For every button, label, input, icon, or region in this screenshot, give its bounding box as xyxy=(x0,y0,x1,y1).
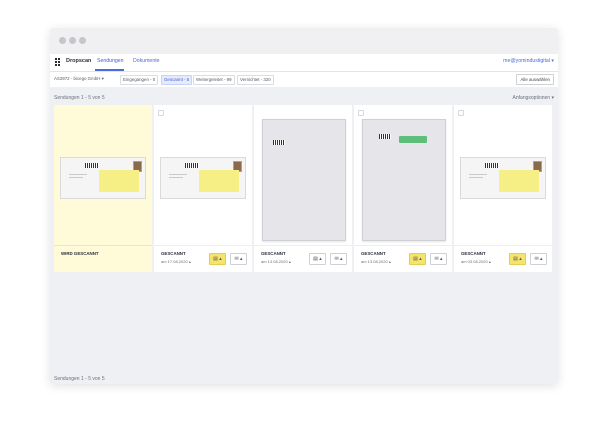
view-scan-button[interactable]: ▤ ▴ xyxy=(509,253,526,265)
brand-name: Dropscan xyxy=(66,58,92,64)
status-label: GESCANNT xyxy=(361,251,386,256)
card-info: GESCANNT am 03.08.2020 ▴ ▤ ▴ ✉ ▴ xyxy=(454,245,552,273)
document-scan-icon: ▤ xyxy=(313,256,318,262)
caret-up-icon: ▴ xyxy=(219,256,222,262)
tab-dokumente[interactable]: Dokumente xyxy=(133,58,160,64)
window-titlebar xyxy=(50,28,558,54)
green-label-tag xyxy=(399,136,427,143)
filter-bar: AS2972 - bicego GmbH ▾ Eingegangen - 0 G… xyxy=(50,72,558,88)
card-info: GESCANNT am 13.08.2020 ▴ ▤ ▴ ✉ ▴ xyxy=(254,245,352,273)
page-thumbnail[interactable] xyxy=(254,105,352,245)
chevron-down-icon: ▾ xyxy=(101,76,104,81)
scan-date: am 03.08.2020 ▴ xyxy=(461,259,491,264)
mail-card[interactable]: GESCANNT am 17.08.2020 ▴ ▤ ▴ ✉ ▴ xyxy=(154,105,252,272)
filter-vernichtet[interactable]: Vernichtet - 320 xyxy=(237,75,274,85)
caret-up-icon: ▴ xyxy=(419,256,422,262)
user-email: me@yomindustigital xyxy=(503,58,550,64)
status-label: GESCANNT xyxy=(461,251,486,256)
select-all-button[interactable]: Alle auswählen xyxy=(516,74,554,85)
filter-gescannt[interactable]: Gescannt - 5 xyxy=(161,75,193,85)
caret-up-icon: ▴ xyxy=(488,259,491,264)
filter-weitergeleitet[interactable]: Weitergeleitet - 99 xyxy=(193,75,235,85)
envelope-icon: ✉ xyxy=(434,256,439,262)
mail-card[interactable]: GESCANNT am 13.08.2020 ▴ ▤ ▴ ✉ ▴ xyxy=(354,105,452,272)
mail-actions-button[interactable]: ✉ ▴ xyxy=(330,253,347,265)
filter-eingegangen[interactable]: Eingegangen - 0 xyxy=(120,75,159,85)
mail-actions-button[interactable]: ✉ ▴ xyxy=(530,253,547,265)
view-scan-button[interactable]: ▤ ▴ xyxy=(309,253,326,265)
card-info: GESCANNT am 13.08.2020 ▴ ▤ ▴ ✉ ▴ xyxy=(354,245,452,273)
scan-date: am 13.08.2020 ▴ xyxy=(361,259,391,264)
top-nav: Dropscan Sendungen Dokumente me@yomindus… xyxy=(50,54,558,72)
envelope-icon: ✉ xyxy=(234,256,239,262)
mail-card[interactable]: GESCANNT am 13.08.2020 ▴ ▤ ▴ ✉ ▴ xyxy=(254,105,352,272)
caret-up-icon: ▴ xyxy=(340,256,343,262)
status-label: GESCANNT xyxy=(261,251,286,256)
caret-up-icon: ▴ xyxy=(519,256,522,262)
status-label: WIRD GESCANNT xyxy=(61,251,99,256)
envelope-thumbnail[interactable] xyxy=(454,105,552,245)
tab-sendungen[interactable]: Sendungen xyxy=(97,58,124,64)
caret-up-icon: ▴ xyxy=(319,256,322,262)
document-scan-icon: ▤ xyxy=(213,256,218,262)
page-thumbnail[interactable] xyxy=(354,105,452,245)
view-scan-button[interactable]: ▤ ▴ xyxy=(209,253,226,265)
mail-actions-button[interactable]: ✉ ▴ xyxy=(230,253,247,265)
document-scan-icon: ▤ xyxy=(413,256,418,262)
envelope-thumbnail[interactable] xyxy=(154,105,252,245)
sort-label: Anfangsoptionen xyxy=(512,95,551,101)
mail-card[interactable]: WIRD GESCANNT xyxy=(54,105,152,272)
chevron-down-icon: ▾ xyxy=(551,58,554,64)
account-select[interactable]: AS2972 - bicego GmbH ▾ xyxy=(54,76,104,82)
mail-list: Sendungen 1 - 5 von 5 Anfangsoptionen ▾ … xyxy=(50,87,558,384)
user-menu[interactable]: me@yomindustigital ▾ xyxy=(503,58,554,64)
envelope-icon: ✉ xyxy=(334,256,339,262)
app-window: Dropscan Sendungen Dokumente me@yomindus… xyxy=(50,28,558,384)
sort-dropdown[interactable]: Anfangsoptionen ▾ xyxy=(513,95,554,101)
caret-up-icon: ▴ xyxy=(188,259,191,264)
document-scan-icon: ▤ xyxy=(513,256,518,262)
caret-up-icon: ▴ xyxy=(388,259,391,264)
account-label: AS2972 - bicego GmbH xyxy=(54,76,101,81)
window-dot[interactable] xyxy=(69,37,76,44)
mail-actions-button[interactable]: ✉ ▴ xyxy=(430,253,447,265)
envelope-icon: ✉ xyxy=(534,256,539,262)
result-count: Sendungen 1 - 5 von 5 xyxy=(54,95,105,101)
scan-date: am 13.08.2020 ▴ xyxy=(261,259,291,264)
scan-date: am 17.08.2020 ▴ xyxy=(161,259,191,264)
window-dot[interactable] xyxy=(79,37,86,44)
caret-up-icon: ▴ xyxy=(288,259,291,264)
view-scan-button[interactable]: ▤ ▴ xyxy=(409,253,426,265)
dropscan-logo-icon xyxy=(55,58,63,66)
chevron-down-icon: ▾ xyxy=(551,95,554,101)
mail-card[interactable]: GESCANNT am 03.08.2020 ▴ ▤ ▴ ✉ ▴ xyxy=(454,105,552,272)
status-label: GESCANNT xyxy=(161,251,186,256)
caret-up-icon: ▴ xyxy=(540,256,543,262)
card-info: GESCANNT am 17.08.2020 ▴ ▤ ▴ ✉ ▴ xyxy=(154,245,252,273)
window-dot[interactable] xyxy=(59,37,66,44)
caret-up-icon: ▴ xyxy=(240,256,243,262)
active-tab-indicator xyxy=(95,69,124,71)
envelope-thumbnail[interactable] xyxy=(54,105,152,245)
card-info: WIRD GESCANNT xyxy=(54,245,152,273)
footer-count: Sendungen 1 - 5 von 5 xyxy=(54,376,105,382)
caret-up-icon: ▴ xyxy=(440,256,443,262)
